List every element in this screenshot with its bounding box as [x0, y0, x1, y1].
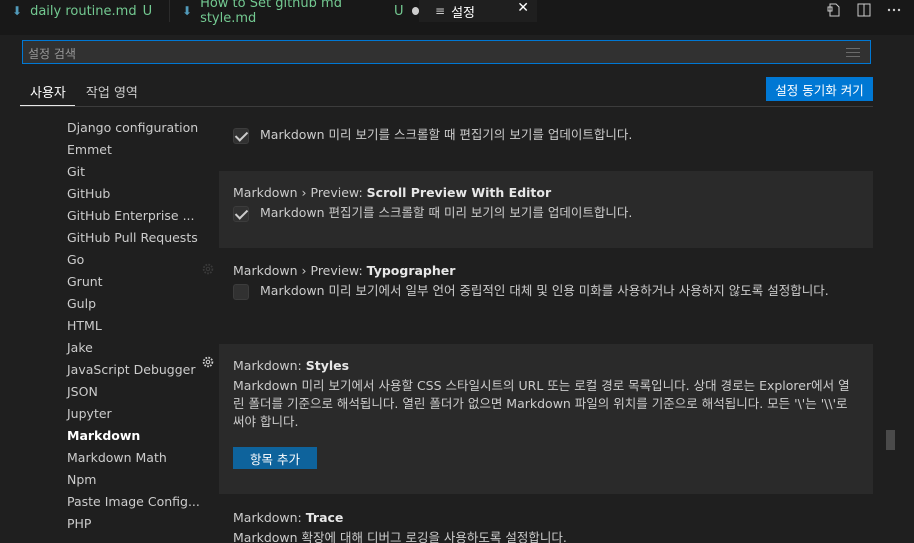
toc-item[interactable]: Git	[67, 164, 85, 179]
open-settings-json-icon[interactable]	[826, 2, 842, 18]
setting-category: Markdown:	[233, 510, 306, 525]
setting-checkbox[interactable]	[233, 284, 249, 300]
scrollbar-thumb[interactable]	[886, 430, 895, 450]
toc-item[interactable]: Npm	[67, 472, 96, 487]
add-item-button[interactable]: 항목 추가	[233, 447, 317, 469]
split-editor-icon[interactable]	[856, 2, 872, 18]
markdown-file-icon: ⬇	[182, 4, 193, 18]
tab-settings[interactable]: ≡ 설정 ✕	[419, 0, 537, 22]
untracked-badge: U	[142, 3, 153, 19]
setting-name: Trace	[305, 510, 344, 525]
filter-icon[interactable]	[846, 48, 860, 60]
toc-item-selected[interactable]: Markdown	[67, 428, 140, 443]
toc-item[interactable]: Django configuration	[67, 120, 198, 135]
toc-item[interactable]: Emmet	[67, 142, 112, 157]
close-icon[interactable]: ✕	[517, 0, 529, 16]
toc-item[interactable]: JSON	[67, 384, 98, 399]
toc-item[interactable]: JavaScript Debugger	[67, 362, 196, 377]
toc-item[interactable]: Markdown Math	[67, 450, 167, 465]
toc-item[interactable]: Paste Image Config...	[67, 494, 200, 509]
setting-title: Markdown › Preview: Typographer	[233, 263, 455, 278]
toc-item[interactable]: GitHub Enterprise ...	[67, 208, 194, 223]
toc-item[interactable]: GitHub	[67, 186, 110, 201]
setting-scroll-preview-with-editor: Markdown › Preview: Scroll Preview With …	[219, 171, 873, 248]
tab-workspace[interactable]: 작업 영역	[76, 82, 148, 106]
toc-item[interactable]: GitHub Pull Requests	[67, 230, 198, 245]
settings-list-icon: ≡	[435, 4, 446, 18]
unsaved-dot-icon[interactable]	[411, 7, 419, 15]
tab-how-to-set-github[interactable]: ⬇ How to Set github md style.md U	[169, 0, 420, 26]
setting-styles: Markdown: Styles Markdown 미리 보기에서 사용할 CS…	[219, 344, 873, 494]
toc-item[interactable]: HTML	[67, 318, 102, 333]
setting-category: Markdown:	[233, 358, 306, 373]
setting-description: Markdown 미리 보기에서 사용할 CSS 스타일시트의 URL 또는 로…	[233, 378, 850, 429]
setting-name: Styles	[305, 358, 350, 373]
divider	[20, 106, 873, 107]
toc-item[interactable]: PHP	[67, 516, 91, 531]
setting-category: Markdown › Preview:	[233, 263, 367, 278]
toc-item[interactable]: Jake	[67, 340, 93, 355]
settings-list: Markdown 미리 보기를 스크롤할 때 편집기의 보기를 업데이트합니다.…	[219, 116, 873, 543]
settings-toc: Django configuration Emmet Git GitHub Gi…	[0, 116, 200, 543]
editor-actions	[826, 0, 902, 20]
setting-checkbox[interactable]	[233, 206, 249, 222]
setting-description: Markdown 확장에 대해 디버그 로깅을 사용하도록 설정합니다.	[233, 530, 567, 543]
toc-item[interactable]: Gulp	[67, 296, 96, 311]
setting-category: Markdown › Preview:	[233, 185, 367, 200]
setting-name: Typographer	[366, 263, 456, 278]
setting-preview-scroll-editor: Markdown 미리 보기를 스크롤할 때 편집기의 보기를 업데이트합니다.	[219, 116, 873, 158]
more-actions-icon[interactable]	[886, 2, 902, 18]
gear-icon[interactable]	[201, 355, 215, 369]
setting-description: Markdown 미리 보기를 스크롤할 때 편집기의 보기를 업데이트합니다.	[260, 127, 633, 142]
toc-item[interactable]: Grunt	[67, 274, 103, 289]
toc-item[interactable]: Go	[67, 252, 84, 267]
tab-label: How to Set github md style.md	[200, 0, 342, 26]
tab-label: daily routine.md	[30, 3, 137, 19]
setting-checkbox[interactable]	[233, 128, 249, 144]
settings-scope-tabs: 사용자 작업 영역	[20, 82, 148, 106]
tab-daily-routine[interactable]: ⬇ daily routine.md U	[0, 0, 168, 22]
toc-item[interactable]: Jupyter	[67, 406, 112, 421]
tab-label: 설정	[451, 5, 475, 21]
settings-sync-button[interactable]: 설정 동기화 켜기	[766, 77, 873, 101]
gear-icon[interactable]	[201, 262, 215, 276]
setting-typographer: Markdown › Preview: Typographer Markdown…	[219, 249, 873, 339]
search-placeholder: 설정 검색	[28, 47, 76, 61]
editor-tab-bar: ⬇ daily routine.md U ⬇ How to Set github…	[0, 0, 914, 35]
setting-title: Markdown: Trace	[233, 510, 343, 525]
setting-trace: Markdown: Trace Markdown 확장에 대해 디버그 로깅을 …	[219, 496, 873, 543]
setting-title: Markdown › Preview: Scroll Preview With …	[233, 185, 551, 200]
setting-name: Scroll Preview With Editor	[366, 185, 552, 200]
untracked-badge: U	[394, 3, 404, 19]
markdown-file-icon: ⬇	[12, 4, 23, 18]
settings-search-input[interactable]: 설정 검색	[22, 40, 871, 64]
tab-user[interactable]: 사용자	[20, 82, 76, 106]
setting-description: Markdown 편집기를 스크롤할 때 미리 보기의 보기를 업데이트합니다.	[260, 205, 633, 220]
setting-description: Markdown 미리 보기에서 일부 언어 중립적인 대체 및 인용 미화를 …	[260, 283, 829, 298]
setting-title: Markdown: Styles	[233, 358, 349, 373]
